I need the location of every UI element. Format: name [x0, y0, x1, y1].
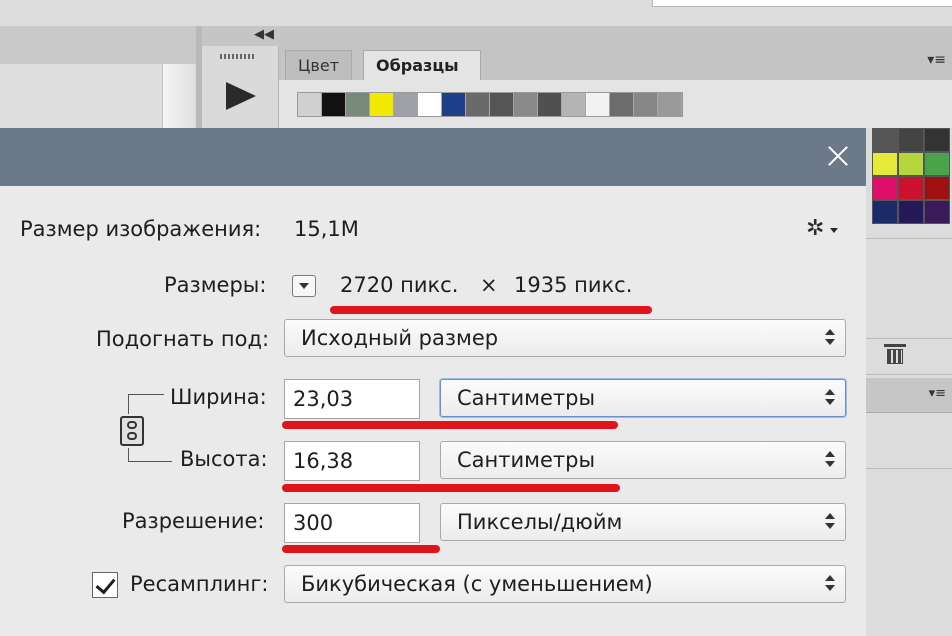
color-swatch[interactable] [924, 128, 950, 152]
select-arrows-icon [825, 512, 835, 532]
color-swatch[interactable] [924, 152, 950, 176]
close-icon[interactable] [824, 142, 852, 170]
color-swatch[interactable] [872, 176, 898, 200]
width-input[interactable]: 23,03 [284, 379, 420, 419]
resample-select[interactable]: Бикубическая (с уменьшением) [284, 565, 846, 603]
swatches-panel [279, 80, 952, 128]
red-highlight-underline [282, 545, 440, 553]
color-swatch[interactable] [298, 93, 322, 116]
divider [866, 374, 952, 375]
height-unit-select[interactable]: Сантиметры [440, 441, 846, 479]
red-highlight-underline [282, 484, 620, 492]
red-highlight-underline [330, 306, 652, 314]
top-white-box [652, 0, 952, 7]
color-swatch[interactable] [898, 200, 924, 224]
color-swatch[interactable] [924, 176, 950, 200]
color-swatch[interactable] [538, 93, 562, 116]
left-panel-scrollbar[interactable] [162, 64, 193, 128]
right-swatch-grid [872, 128, 950, 224]
resample-label: Ресамплинг: [130, 572, 269, 596]
resolution-label: Разрешение: [122, 509, 265, 533]
color-swatch[interactable] [658, 93, 682, 116]
collapse-arrows-icon[interactable]: ◀◀ [254, 27, 274, 42]
link-bracket [128, 448, 129, 462]
width-label: Ширина: [170, 385, 267, 409]
color-swatch[interactable] [924, 200, 950, 224]
color-swatch[interactable] [514, 93, 538, 116]
right-panel-header: ▾≡ [866, 378, 952, 413]
swatches-tabbar: Цвет Образцы ▾≡ [279, 46, 952, 81]
dimensions-height-value: 1935 пикс. [514, 273, 633, 297]
resolution-input[interactable]: 300 [284, 503, 420, 543]
select-arrows-icon [825, 574, 835, 594]
color-swatch[interactable] [370, 93, 394, 116]
height-unit-value: Сантиметры [457, 448, 596, 472]
left-panel-header [0, 26, 196, 65]
resample-checkbox[interactable] [92, 572, 118, 598]
left-panel [0, 64, 196, 128]
fit-to-select[interactable]: Исходный размер [284, 319, 846, 357]
divider [866, 338, 952, 339]
link-bracket [128, 394, 129, 414]
height-label: Высота: [180, 447, 268, 471]
color-swatch[interactable] [898, 152, 924, 176]
color-swatch[interactable] [322, 93, 346, 116]
tab-swatches[interactable]: Образцы [363, 50, 481, 81]
color-swatch[interactable] [466, 93, 490, 116]
play-icon[interactable] [226, 82, 256, 110]
color-swatch[interactable] [872, 128, 898, 152]
color-swatch[interactable] [898, 128, 924, 152]
red-highlight-underline [282, 421, 618, 429]
dimensions-width-value: 2720 пикс. [340, 273, 459, 297]
actions-tool-panel [202, 46, 279, 128]
select-arrows-icon [825, 450, 835, 470]
height-input[interactable]: 16,38 [284, 441, 420, 481]
chain-link-icon[interactable] [120, 416, 144, 446]
resample-value: Бикубическая (с уменьшением) [301, 572, 653, 596]
dimensions-units-dropdown[interactable] [292, 275, 316, 297]
divider [866, 468, 952, 469]
color-swatch[interactable] [346, 93, 370, 116]
select-arrows-icon [825, 328, 835, 348]
color-swatch[interactable] [418, 93, 442, 116]
trash-icon[interactable] [884, 342, 906, 366]
color-swatch[interactable] [634, 93, 658, 116]
color-swatch[interactable] [442, 93, 466, 116]
color-swatch[interactable] [586, 93, 610, 116]
width-unit-value: Сантиметры [457, 386, 596, 410]
gear-icon[interactable]: ✲ [806, 218, 838, 240]
divider [866, 238, 952, 239]
resolution-unit-select[interactable]: Пикселы/дюйм [440, 503, 846, 541]
image-size-dialog: Размер изображения: 15,1М ✲ Размеры: 272… [0, 128, 866, 636]
color-swatch[interactable] [872, 152, 898, 176]
right-background-panel: ▾≡ [866, 128, 952, 636]
fit-to-value: Исходный размер [301, 326, 499, 350]
panel-collapse-bar[interactable]: ◀◀ [202, 26, 952, 47]
link-bracket [128, 394, 164, 395]
color-swatch[interactable] [394, 93, 418, 116]
dimensions-label: Размеры: [164, 273, 267, 297]
color-swatch[interactable] [610, 93, 634, 116]
color-swatch[interactable] [898, 176, 924, 200]
resolution-unit-value: Пикселы/дюйм [457, 510, 623, 534]
dialog-titlebar [0, 128, 866, 186]
link-bracket [128, 461, 172, 462]
fit-to-label: Подогнать под: [96, 327, 270, 351]
checkmark-icon [95, 573, 116, 595]
panel-menu-icon[interactable]: ▾≡ [929, 386, 946, 401]
tab-color[interactable]: Цвет [285, 50, 353, 81]
top-strip [0, 0, 952, 26]
color-swatch[interactable] [562, 93, 586, 116]
image-size-label: Размер изображения: [20, 217, 262, 241]
color-swatch[interactable] [872, 200, 898, 224]
select-arrows-icon [825, 388, 835, 408]
image-size-value: 15,1М [294, 217, 359, 241]
recent-swatches-row [297, 92, 683, 117]
grip-icon[interactable] [220, 54, 256, 59]
panel-menu-icon[interactable]: ▾≡ [927, 52, 946, 68]
dimensions-separator: × [480, 273, 498, 297]
width-unit-select[interactable]: Сантиметры [440, 379, 846, 417]
color-swatch[interactable] [490, 93, 514, 116]
